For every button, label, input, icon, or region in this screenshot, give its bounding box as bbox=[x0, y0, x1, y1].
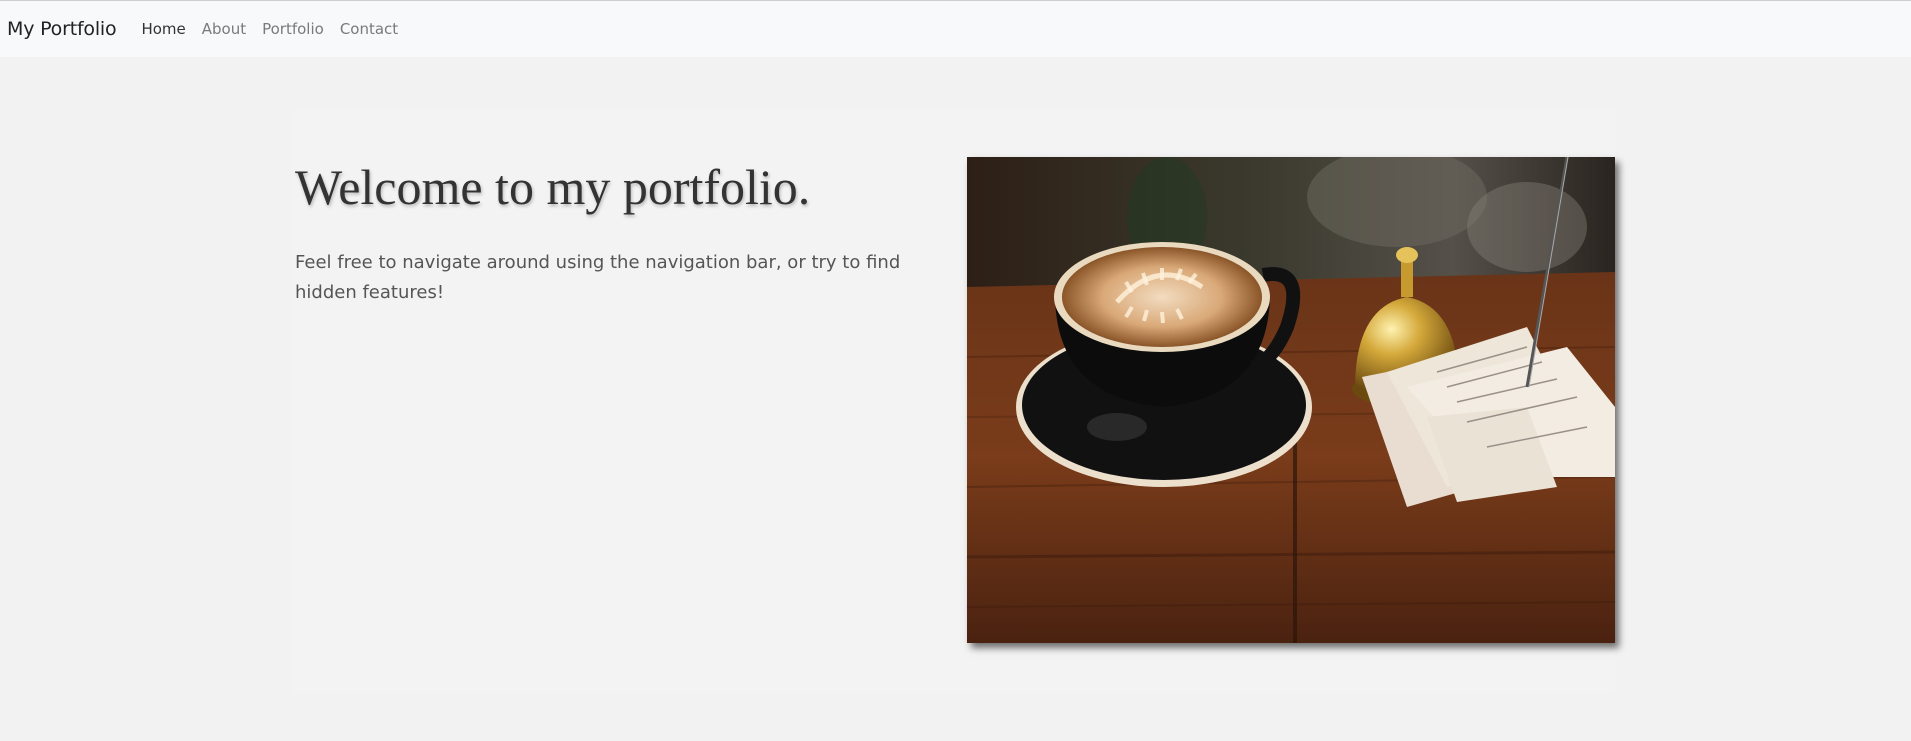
hero-lead-text: Feel free to navigate around using the n… bbox=[295, 252, 901, 303]
navbar: My Portfolio Home About Portfolio Contac… bbox=[0, 0, 1911, 57]
navbar-brand[interactable]: My Portfolio bbox=[7, 18, 117, 40]
nav-link-about[interactable]: About bbox=[202, 20, 246, 38]
nav-links: Home About Portfolio Contact bbox=[141, 20, 414, 38]
hero-image bbox=[967, 157, 1615, 643]
page-title: Welcome to my portfolio. bbox=[295, 159, 811, 215]
nav-link-home[interactable]: Home bbox=[141, 20, 185, 38]
nav-link-contact[interactable]: Contact bbox=[340, 20, 398, 38]
coffee-photo-illustration bbox=[967, 157, 1615, 643]
nav-link-portfolio[interactable]: Portfolio bbox=[262, 20, 324, 38]
